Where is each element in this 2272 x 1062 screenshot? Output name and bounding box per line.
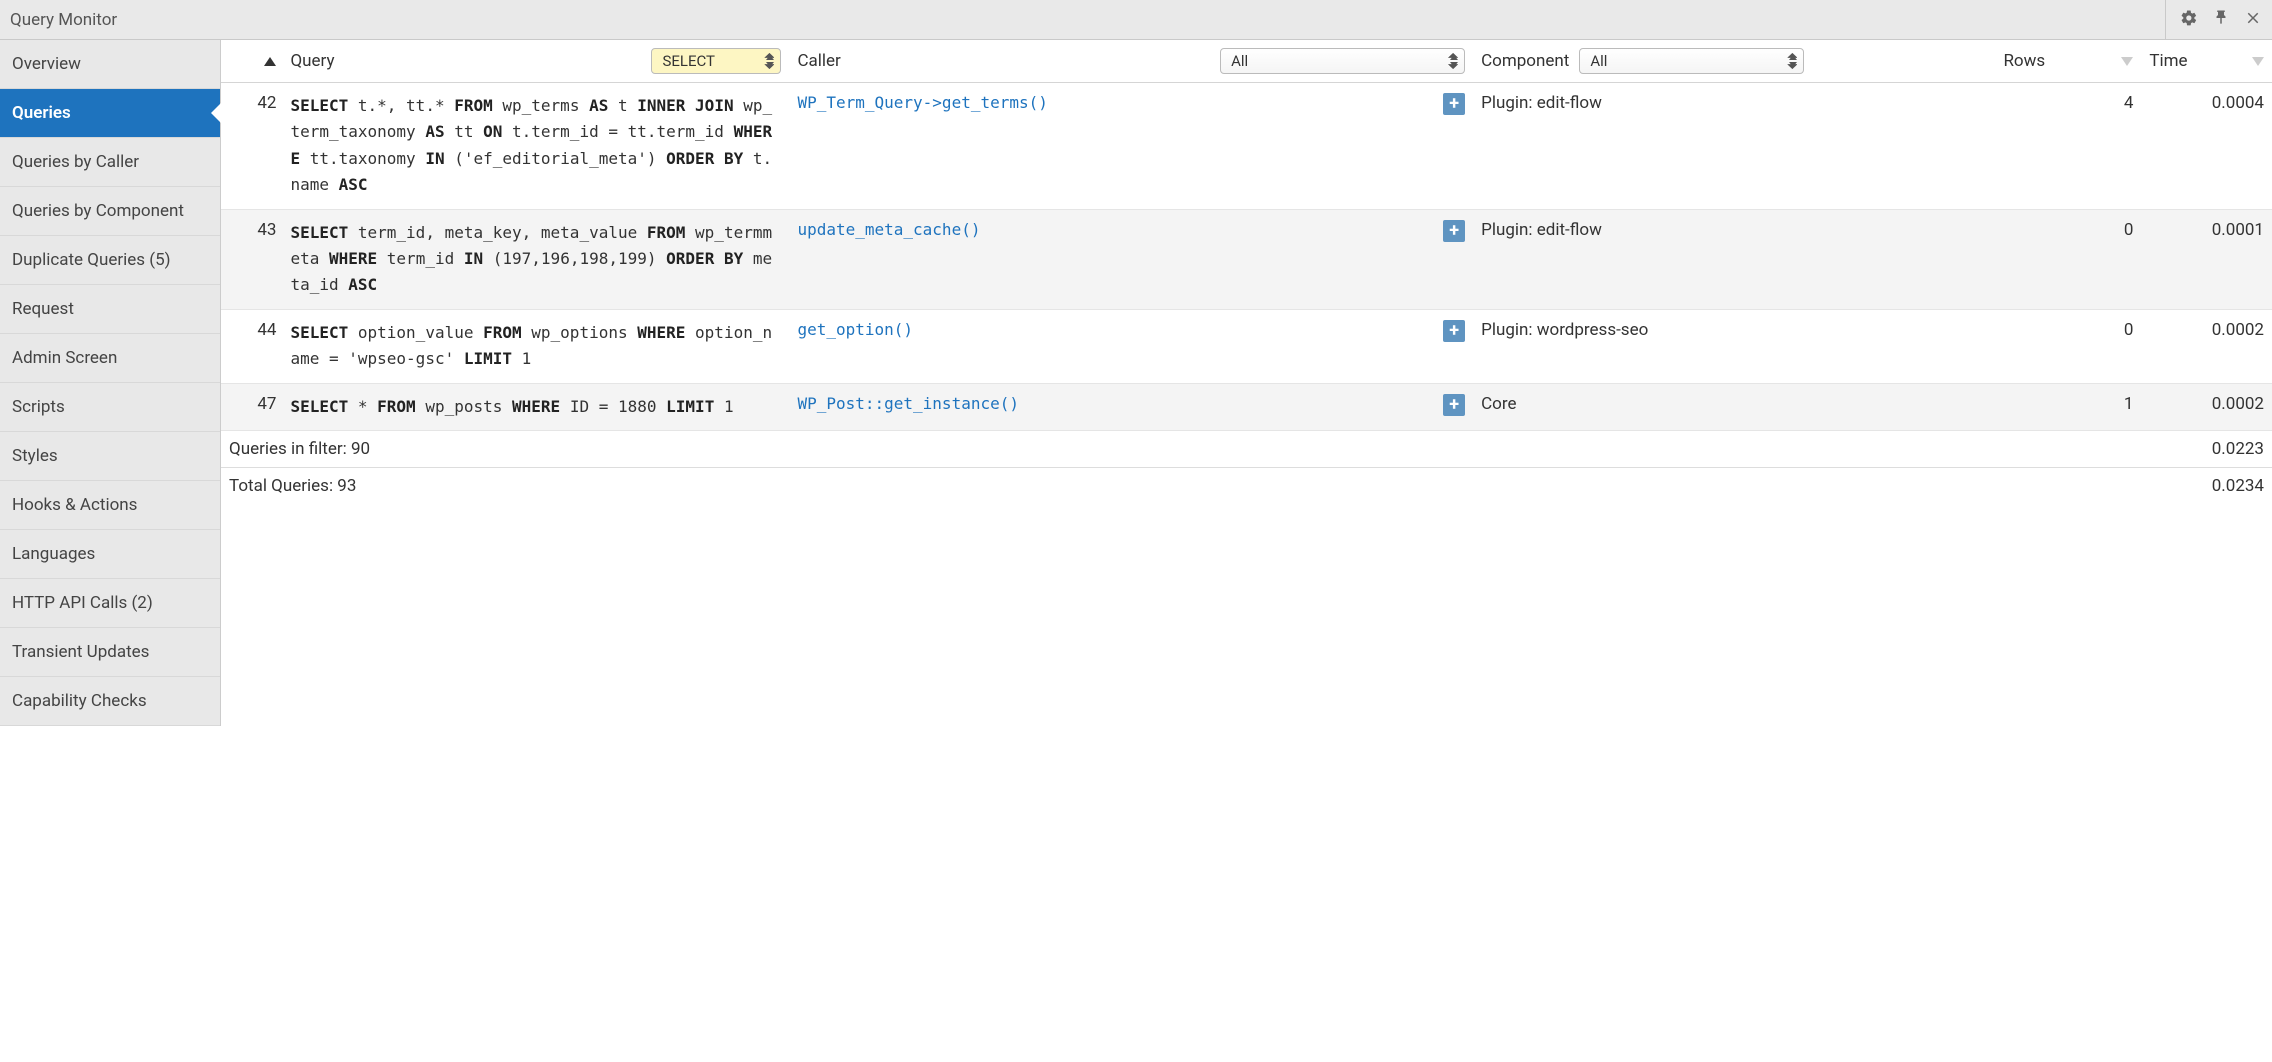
caller-link[interactable]: update_meta_cache() (797, 220, 1435, 239)
row-caller: get_option() + (789, 309, 1473, 383)
row-number: 43 (221, 209, 282, 309)
sort-caret-icon (2252, 57, 2264, 66)
row-rowcount: 1 (1995, 383, 2141, 430)
row-caller: WP_Term_Query->get_terms() + (789, 83, 1473, 210)
query-type-filter[interactable]: SELECT (651, 48, 781, 74)
sort-ascending-icon (264, 57, 276, 66)
pin-icon[interactable] (2212, 9, 2230, 31)
row-component: Plugin: edit-flow (1473, 209, 1995, 309)
row-caller: update_meta_cache() + (789, 209, 1473, 309)
titlebar: Query Monitor (0, 0, 2272, 40)
row-caller: WP_Post::get_instance() + (789, 383, 1473, 430)
sidebar-item[interactable]: Scripts (0, 383, 220, 432)
footer-total-time: 0.0234 (2141, 467, 2272, 504)
sidebar-item[interactable]: Queries (0, 89, 220, 138)
table-row: 43SELECT term_id, meta_key, meta_value F… (221, 209, 2272, 309)
query-header-label: Query (290, 51, 334, 71)
sidebar-item[interactable]: Request (0, 285, 220, 334)
query-type-filter-value: SELECT (662, 52, 715, 70)
expand-button[interactable]: + (1443, 320, 1465, 342)
sidebar-item[interactable]: HTTP API Calls (2) (0, 579, 220, 628)
row-number: 47 (221, 383, 282, 430)
caller-filter-value: All (1231, 52, 1248, 70)
expand-button[interactable]: + (1443, 220, 1465, 242)
sidebar-item[interactable]: Capability Checks (0, 677, 220, 726)
caller-header-label: Caller (797, 51, 840, 71)
row-time: 0.0001 (2141, 209, 2272, 309)
row-component: Core (1473, 383, 1995, 430)
footer-filter-label: Queries in filter: 90 (221, 430, 2141, 467)
column-header-caller[interactable]: Caller All (789, 40, 1473, 83)
sidebar-item[interactable]: Duplicate Queries (5) (0, 236, 220, 285)
row-time: 0.0002 (2141, 309, 2272, 383)
panel-title: Query Monitor (10, 10, 2165, 30)
sidebar-nav: OverviewQueriesQueries by CallerQueries … (0, 40, 221, 726)
row-query: SELECT * FROM wp_posts WHERE ID = 1880 L… (282, 383, 789, 430)
sidebar-item[interactable]: Transient Updates (0, 628, 220, 677)
component-filter[interactable]: All (1579, 48, 1804, 74)
sidebar-item[interactable]: Admin Screen (0, 334, 220, 383)
row-component: Plugin: edit-flow (1473, 83, 1995, 210)
footer-filter-time: 0.0223 (2141, 430, 2272, 467)
row-query: SELECT term_id, meta_key, meta_value FRO… (282, 209, 789, 309)
column-header-query[interactable]: Query SELECT (282, 40, 789, 83)
column-header-rows[interactable]: Rows (1995, 40, 2141, 83)
table-row: 47SELECT * FROM wp_posts WHERE ID = 1880… (221, 383, 2272, 430)
sidebar-item[interactable]: Hooks & Actions (0, 481, 220, 530)
expand-button[interactable]: + (1443, 93, 1465, 115)
row-rowcount: 0 (1995, 209, 2141, 309)
close-icon[interactable] (2244, 9, 2262, 31)
sort-caret-icon (2121, 57, 2133, 66)
row-number: 42 (221, 83, 282, 210)
column-header-index[interactable] (221, 40, 282, 83)
caller-link[interactable]: get_option() (797, 320, 1435, 339)
caller-filter[interactable]: All (1220, 48, 1465, 74)
row-rowcount: 0 (1995, 309, 2141, 383)
component-filter-value: All (1590, 52, 1607, 70)
column-header-time[interactable]: Time (2141, 40, 2272, 83)
row-query: SELECT option_value FROM wp_options WHER… (282, 309, 789, 383)
row-component: Plugin: wordpress-seo (1473, 309, 1995, 383)
sidebar-item[interactable]: Queries by Caller (0, 138, 220, 187)
row-time: 0.0002 (2141, 383, 2272, 430)
titlebar-actions (2165, 0, 2262, 39)
gear-icon[interactable] (2180, 9, 2198, 31)
caller-link[interactable]: WP_Post::get_instance() (797, 394, 1435, 413)
footer-total-label: Total Queries: 93 (221, 467, 2141, 504)
time-header-label: Time (2149, 51, 2187, 71)
column-header-component[interactable]: Component All (1473, 40, 1995, 83)
row-number: 44 (221, 309, 282, 383)
sidebar-item[interactable]: Styles (0, 432, 220, 481)
row-time: 0.0004 (2141, 83, 2272, 210)
expand-button[interactable]: + (1443, 394, 1465, 416)
row-rowcount: 4 (1995, 83, 2141, 210)
caller-link[interactable]: WP_Term_Query->get_terms() (797, 93, 1435, 112)
sidebar-item[interactable]: Queries by Component (0, 187, 220, 236)
sidebar-item[interactable]: Languages (0, 530, 220, 579)
queries-table: Query SELECT Caller (221, 40, 2272, 504)
sidebar-item[interactable]: Overview (0, 40, 220, 89)
component-header-label: Component (1481, 51, 1569, 71)
table-row: 44SELECT option_value FROM wp_options WH… (221, 309, 2272, 383)
rows-header-label: Rows (2003, 51, 2045, 71)
row-query: SELECT t.*, tt.* FROM wp_terms AS t INNE… (282, 83, 789, 210)
table-row: 42SELECT t.*, tt.* FROM wp_terms AS t IN… (221, 83, 2272, 210)
